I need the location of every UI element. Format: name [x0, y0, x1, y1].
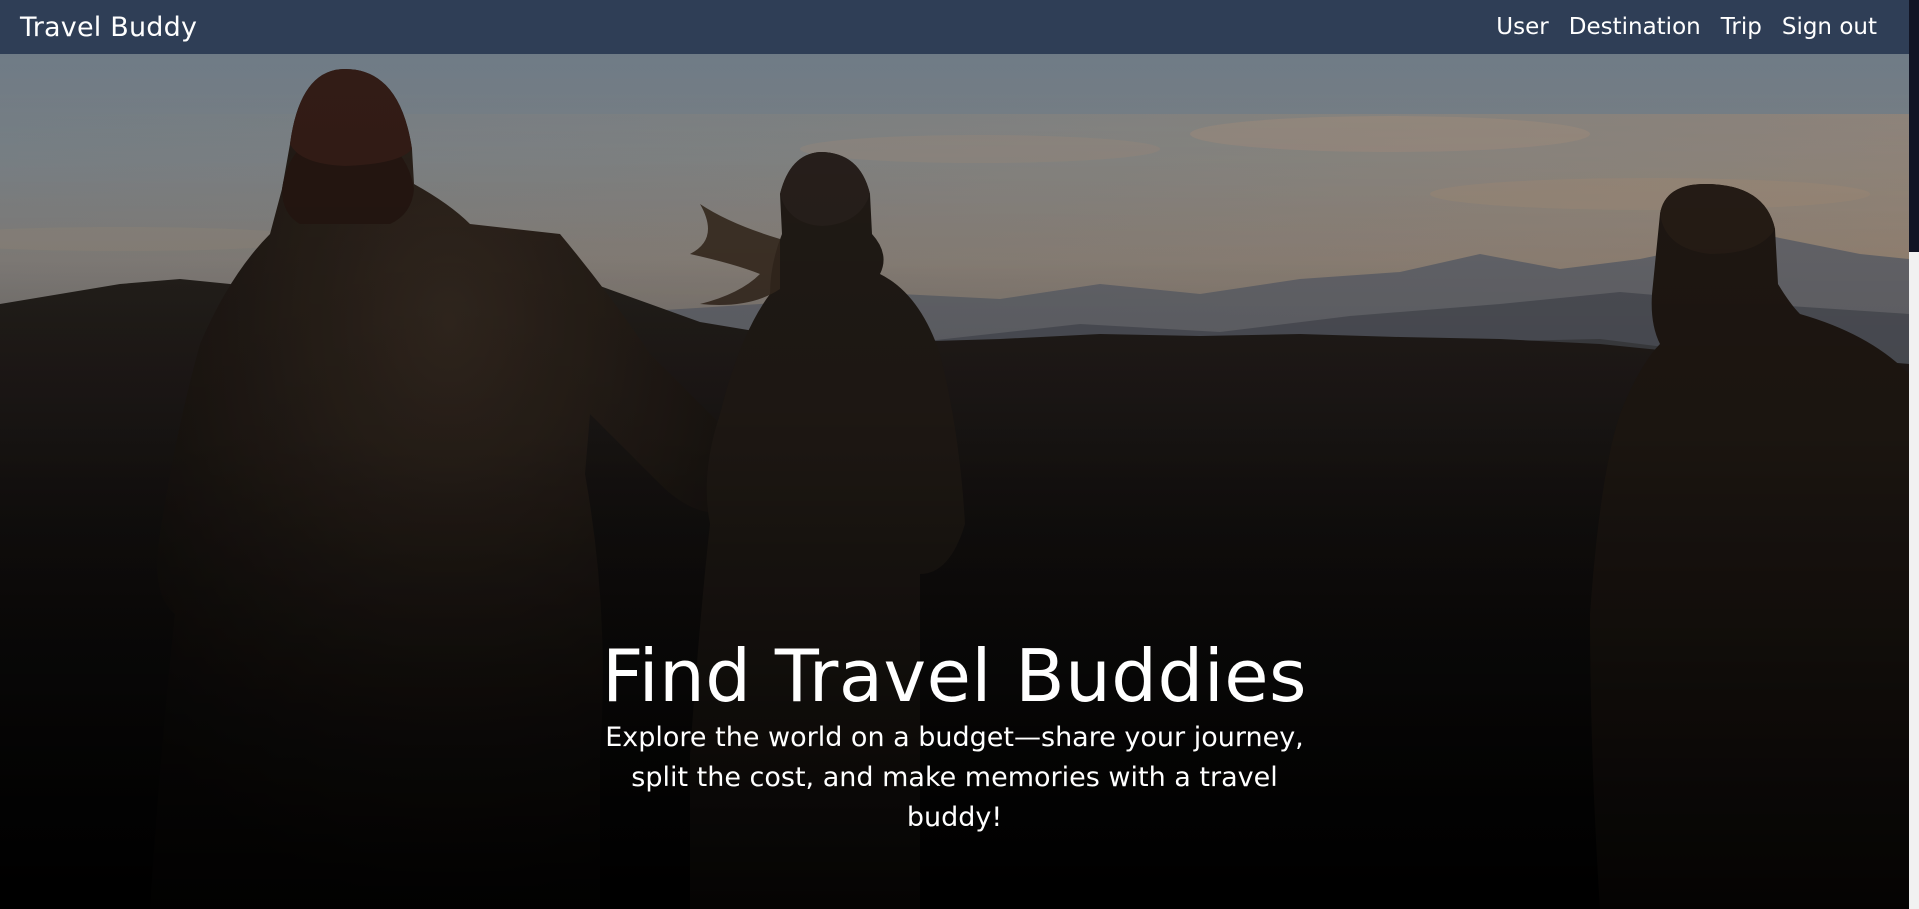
page-scrollbar[interactable] — [1909, 0, 1919, 909]
nav-link-sign-out[interactable]: Sign out — [1782, 14, 1877, 40]
scrollbar-thumb[interactable] — [1909, 0, 1919, 252]
navbar: Travel Buddy User Destination Trip Sign … — [0, 0, 1909, 54]
hero-subtitle: Explore the world on a budget—share your… — [605, 722, 1304, 833]
nav-links: User Destination Trip Sign out — [1476, 14, 1877, 40]
nav-link-trip[interactable]: Trip — [1721, 14, 1762, 40]
hero-section: Find Travel Buddies Explore the world on… — [0, 54, 1909, 909]
nav-link-destination[interactable]: Destination — [1569, 14, 1701, 40]
brand-link[interactable]: Travel Buddy — [20, 12, 197, 43]
hero-title: Find Travel Buddies — [601, 634, 1308, 718]
nav-link-user[interactable]: User — [1496, 14, 1548, 40]
page: Travel Buddy User Destination Trip Sign … — [0, 0, 1919, 909]
hero-text: Find Travel Buddies Explore the world on… — [0, 634, 1909, 838]
